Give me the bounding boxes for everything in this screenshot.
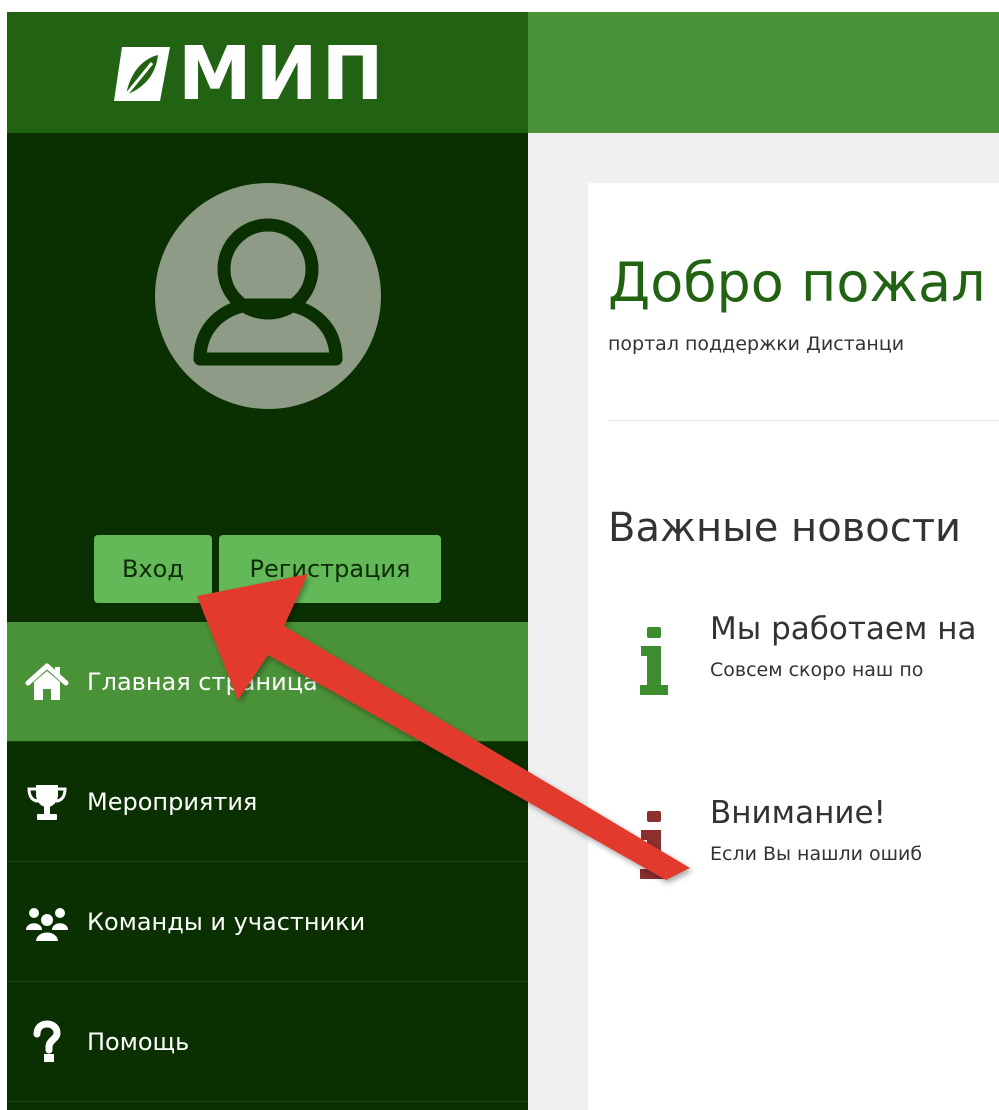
user-avatar-icon [155,183,381,409]
leaf-logo-icon [114,47,170,101]
page-subtitle: портал поддержки Дистанци [608,333,905,355]
news-text: Если Вы нашли ошиб [710,843,923,865]
news-heading: Важные новости [608,505,962,551]
sidebar-item-label: Команды и участники [87,907,366,936]
news-title: Внимание! [710,795,886,831]
trophy-icon [27,784,67,820]
sidebar-item-home[interactable]: Главная страница [7,622,528,742]
window-top-strip [0,0,999,12]
login-button[interactable]: Вход [94,535,212,603]
auth-buttons: Вход Регистрация [94,535,441,603]
sidebar-item-label: Главная страница [87,667,318,696]
logo-text: МИП [178,31,388,117]
info-icon [640,811,668,879]
news-text: Совсем скоро наш по [710,659,924,681]
logo-bar: МИП [7,12,528,133]
sidebar-item-label: Помощь [87,1027,190,1056]
header-bar [528,12,999,133]
site-logo[interactable]: МИП [112,34,388,114]
question-icon [33,1019,61,1062]
sidebar-item-label: Мероприятия [87,787,258,816]
info-icon [640,627,668,695]
page-title: Добро пожал [608,251,986,314]
register-button[interactable]: Регистрация [219,535,441,603]
sidebar: Вход Регистрация Главная страница Меропр… [7,133,528,1110]
users-icon [26,907,68,943]
sidebar-item-help[interactable]: Помощь [7,982,528,1102]
divider [608,420,999,421]
news-title: Мы работаем на [710,611,977,647]
sidebar-menu: Главная страница Мероприятия Команды и у… [7,622,528,1102]
home-icon [25,663,69,700]
sidebar-item-teams[interactable]: Команды и участники [7,862,528,982]
sidebar-item-events[interactable]: Мероприятия [7,742,528,862]
main-panel: Добро пожал портал поддержки Дистанци Ва… [588,183,999,1110]
